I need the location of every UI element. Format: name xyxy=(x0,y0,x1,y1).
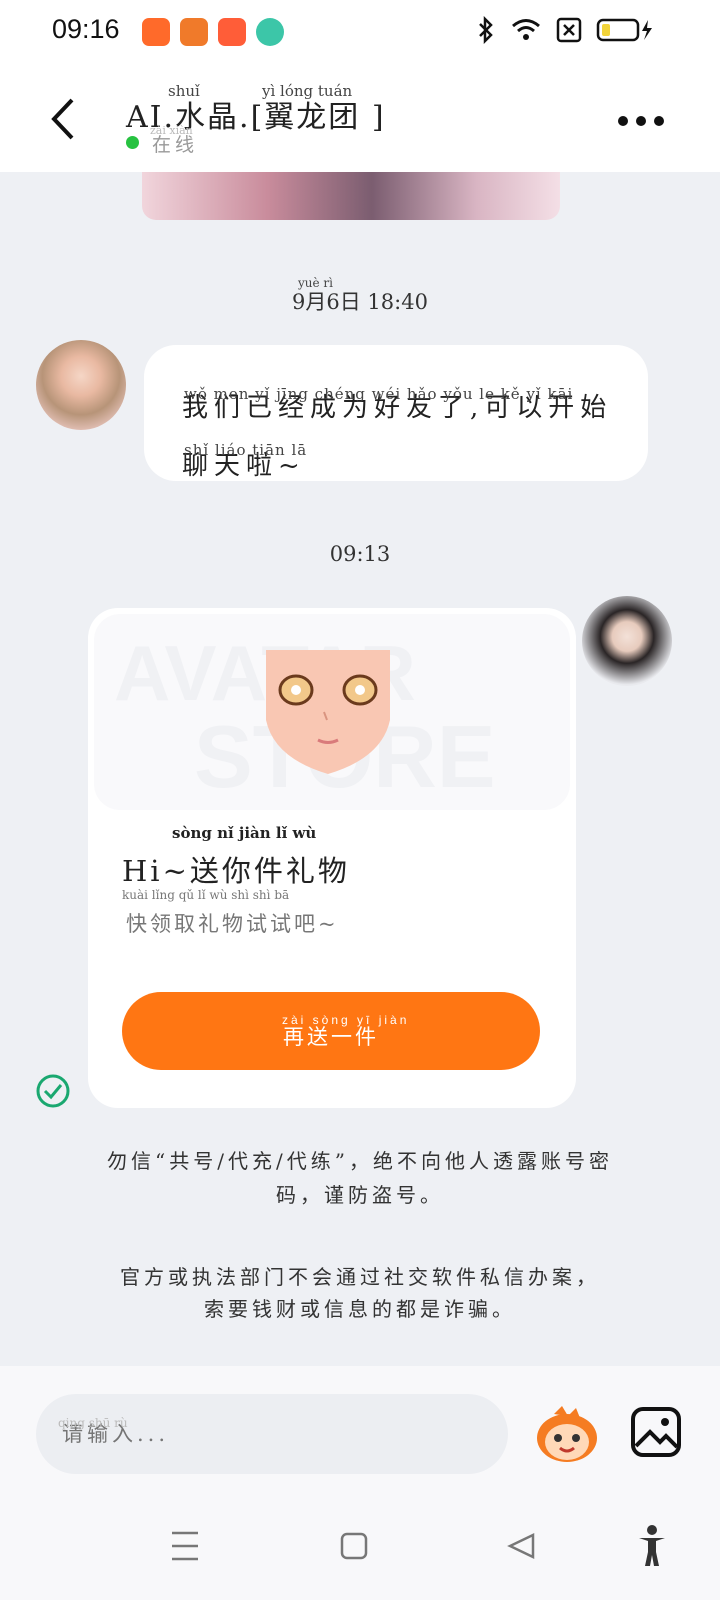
sim-off-icon xyxy=(556,17,582,43)
input-bar: qing shū rù xyxy=(0,1366,720,1496)
security-notice-1-line-2: 码，谨防盗号。 xyxy=(276,1183,444,1207)
chat-header: shuǐ yì lóng tuán AI.水晶.[翼龙团 ] zài xiàn … xyxy=(0,64,720,172)
app-notification-icon-3 xyxy=(218,18,246,46)
status-time: 09:16 xyxy=(52,14,120,44)
bluetooth-icon xyxy=(479,16,493,44)
input-placeholder-pinyin: qing shū rù xyxy=(58,1416,128,1430)
delivered-check-icon xyxy=(36,1074,70,1108)
status-bar: 09:16 xyxy=(0,0,720,64)
security-notice-1-line-1: 勿信“共号/代充/代练”，绝不向他人透露账号密 xyxy=(107,1149,613,1173)
card-title-pinyin: sòng nǐ jiàn lǐ wù xyxy=(172,824,317,842)
home-nav-icon[interactable] xyxy=(340,1532,368,1560)
wifi-icon xyxy=(512,19,540,40)
card-subtitle-pinyin: kuài lǐng qǔ lǐ wù shì shì bā xyxy=(122,888,290,902)
image-picker-icon[interactable] xyxy=(630,1406,682,1458)
app-notification-icon-4 xyxy=(256,18,284,46)
more-options-icon[interactable] xyxy=(618,116,664,126)
menu-nav-icon[interactable] xyxy=(170,1530,200,1562)
app-notification-icon-2 xyxy=(180,18,208,46)
gift-banner: AVATAR STORE xyxy=(94,614,570,810)
send-another-gift-button[interactable]: zài sòng yī jiàn 再送一件 xyxy=(122,992,540,1070)
button-pinyin: zài sòng yī jiàn xyxy=(282,1013,410,1027)
friend-avatar[interactable] xyxy=(36,340,126,430)
back-icon[interactable] xyxy=(44,94,84,144)
accessibility-icon[interactable] xyxy=(636,1524,668,1568)
previous-image-message[interactable] xyxy=(142,172,560,220)
security-notice-2-line-1: 官方或执法部门不会通过社交软件私信办案， xyxy=(120,1265,600,1289)
back-nav-icon[interactable] xyxy=(506,1532,536,1560)
online-status-dot xyxy=(126,136,139,149)
card-subtitle: 快领取礼物试试吧~ xyxy=(126,912,339,936)
button-label: 再送一件 xyxy=(283,1026,379,1049)
battery-icon xyxy=(596,18,652,42)
system-navigation-bar xyxy=(0,1496,720,1600)
timestamp-1: 9月6日 18:40 xyxy=(292,290,428,314)
security-notice-2-line-2: 索要钱财或信息的都是诈骗。 xyxy=(204,1297,516,1321)
app-notification-icon-1 xyxy=(142,18,170,46)
friend-message-bubble[interactable]: wǒ men yǐ jīng chéng wéi hǎo yǒu le kě y… xyxy=(144,345,648,481)
mascot-emoji-icon[interactable] xyxy=(534,1404,600,1464)
timestamp-2: 09:13 xyxy=(329,542,391,566)
online-status: 在线 xyxy=(152,134,199,156)
message-pinyin-2: shǐ liáo tiān lā xyxy=(184,441,308,459)
my-avatar[interactable] xyxy=(582,596,672,686)
card-title: Hi~送你件礼物 xyxy=(122,854,350,888)
message-pinyin-1: wǒ men yǐ jīng chéng wéi hǎo yǒu le kě y… xyxy=(184,385,574,403)
gift-card[interactable]: AVATAR STORE sòng nǐ jiàn lǐ wù Hi~送你件礼物… xyxy=(88,608,576,1108)
gift-avatar-face xyxy=(266,650,390,774)
message-input[interactable] xyxy=(36,1394,508,1474)
